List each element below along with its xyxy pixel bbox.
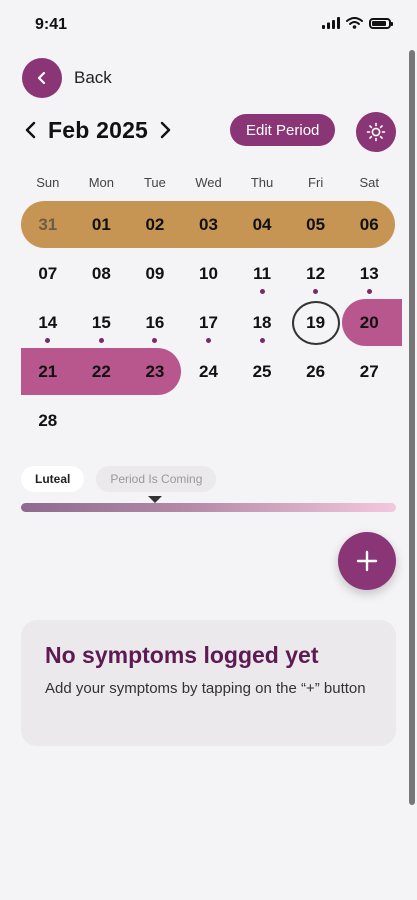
wifi-icon — [346, 17, 363, 29]
calendar-day[interactable]: 14 — [21, 298, 75, 347]
weekday-label: Tue — [143, 175, 166, 190]
weekday-header: Sun Mon Tue Wed Thu Fri Sat — [21, 175, 396, 190]
calendar-day[interactable]: 08 — [75, 249, 129, 298]
calendar-day[interactable]: 18 — [235, 298, 289, 347]
weekday-label: Sat — [359, 175, 379, 190]
calendar-day[interactable]: 07 — [21, 249, 75, 298]
calendar-day[interactable]: 10 — [182, 249, 236, 298]
calendar-day[interactable]: 21 — [21, 347, 75, 396]
weekday-label: Fri — [308, 175, 324, 190]
back-label: Back — [74, 68, 112, 87]
add-symptom-button[interactable] — [338, 532, 396, 590]
empty-symptoms-card: No symptoms logged yet Add your symptoms… — [21, 620, 396, 746]
calendar-day[interactable]: 06 — [342, 200, 396, 249]
calendar-week: 31 01 02 03 04 05 06 — [21, 200, 396, 249]
sun-icon — [366, 122, 386, 142]
calendar-day[interactable]: 28 — [21, 396, 75, 445]
prev-month-button[interactable] — [22, 115, 40, 145]
weekday-label: Thu — [250, 175, 274, 190]
next-month-button[interactable] — [156, 115, 174, 145]
month-title: Feb 2025 — [48, 116, 149, 143]
today-ring: 19 — [291, 300, 340, 345]
calendar-day[interactable]: 25 — [235, 347, 289, 396]
calendar-day[interactable]: 31 — [21, 200, 75, 249]
calendar-day[interactable]: 04 — [235, 200, 289, 249]
empty-state-title: No symptoms logged yet — [45, 642, 319, 668]
weekday-label: Wed — [195, 175, 222, 190]
calendar-day[interactable]: 12 — [289, 249, 343, 298]
calendar-grid: 31 01 02 03 04 05 06 07 08 09 10 11 12 1… — [21, 200, 402, 445]
signal-icon — [322, 17, 340, 29]
status-bar: 9:41 — [0, 0, 417, 50]
calendar-day[interactable]: 03 — [182, 200, 236, 249]
chevron-right-icon — [160, 121, 171, 139]
calendar-day[interactable]: 20 — [342, 298, 396, 347]
calendar-day[interactable]: 15 — [75, 298, 129, 347]
calendar-day[interactable]: 11 — [235, 249, 289, 298]
edit-period-button[interactable]: Edit Period — [230, 114, 336, 146]
month-nav: Feb 2025 — [22, 115, 174, 145]
calendar-day[interactable]: 13 — [342, 249, 396, 298]
back-button[interactable]: Back — [22, 58, 112, 98]
back-circle[interactable] — [22, 58, 62, 98]
next-phase-chip[interactable]: Period Is Coming — [96, 466, 217, 492]
calendar-day[interactable]: 24 — [182, 347, 236, 396]
battery-icon — [369, 17, 393, 29]
empty-state-body: Add your symptoms by tapping on the “+” … — [45, 680, 366, 697]
chevron-left-icon — [25, 121, 36, 139]
calendar-week: 14 15 16 17 18 19 20 — [21, 298, 402, 347]
calendar-day[interactable]: 22 — [75, 347, 129, 396]
calendar-week: 28 — [21, 396, 396, 445]
status-time: 9:41 — [35, 16, 68, 33]
scrollbar[interactable] — [409, 50, 415, 805]
calendar-day[interactable]: 23 — [128, 347, 182, 396]
calendar-week: 21 22 23 24 25 26 27 — [21, 347, 396, 396]
plus-icon — [356, 550, 378, 572]
weekday-label: Sun — [36, 175, 60, 190]
current-phase-chip[interactable]: Luteal — [21, 466, 85, 492]
brightness-button[interactable] — [356, 112, 396, 152]
calendar-day[interactable]: 27 — [342, 347, 396, 396]
cycle-progress-track — [21, 503, 396, 512]
calendar-day[interactable]: 01 — [75, 200, 129, 249]
weekday-label: Mon — [88, 175, 114, 190]
calendar-day[interactable]: 17 — [182, 298, 236, 347]
status-icons — [322, 17, 393, 29]
calendar-day[interactable]: 16 — [128, 298, 182, 347]
calendar-day[interactable]: 26 — [289, 347, 343, 396]
calendar-week: 07 08 09 10 11 12 13 — [21, 249, 396, 298]
calendar-day[interactable]: 05 — [289, 200, 343, 249]
calendar-day-today[interactable]: 19 — [289, 298, 343, 347]
calendar-day[interactable]: 02 — [128, 200, 182, 249]
chevron-left-icon — [37, 71, 46, 85]
phase-marker — [148, 496, 162, 503]
month-header: Feb 2025 Edit Period — [22, 112, 396, 152]
phase-labels: Luteal Period Is Coming — [21, 466, 217, 492]
calendar-day[interactable]: 09 — [128, 249, 182, 298]
